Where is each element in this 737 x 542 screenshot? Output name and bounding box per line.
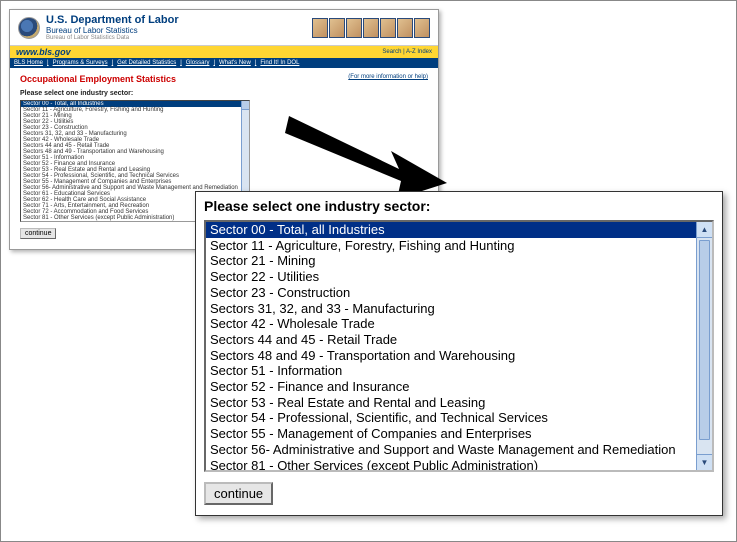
sector-option[interactable]: Sector 81 - Other Services (except Publi… [206, 458, 696, 472]
sector-option[interactable]: Sector 53 - Real Estate and Rental and L… [206, 395, 696, 411]
scrollbar[interactable]: ▲ ▼ [696, 222, 712, 470]
popup-prompt: Please select one industry sector: [204, 198, 714, 214]
page-title-row: Occupational Employment Statistics (For … [20, 74, 428, 84]
header-titles: U.S. Department of Labor Bureau of Labor… [46, 14, 179, 41]
sector-option[interactable]: Sector 52 - Finance and Insurance [206, 379, 696, 395]
sector-option[interactable]: Sector 21 - Mining [206, 253, 696, 269]
sector-option[interactable]: Sector 22 - Utilities [206, 269, 696, 285]
sector-option[interactable]: Sector 54 - Professional, Scientific, an… [206, 410, 696, 426]
continue-button[interactable]: continue [204, 482, 273, 505]
photo-thumb [329, 18, 345, 38]
photo-thumb [414, 18, 430, 38]
sector-prompt: Please select one industry sector: [20, 90, 428, 97]
bureau-subtitle: Bureau of Labor Statistics Data [46, 35, 179, 41]
sector-option[interactable]: Sector 56- Administrative and Support an… [206, 442, 696, 458]
nav-link[interactable]: Glossary [186, 60, 210, 66]
scroll-down-icon[interactable]: ▼ [697, 454, 712, 470]
scroll-thumb[interactable] [699, 240, 710, 440]
nav-link[interactable]: What's New [219, 60, 251, 66]
nav-link[interactable]: Programs & Surveys [53, 60, 108, 66]
sector-option[interactable]: Sectors 48 and 49 - Transportation and W… [206, 348, 696, 364]
photo-thumb [346, 18, 362, 38]
sector-option[interactable]: Sector 42 - Wholesale Trade [206, 316, 696, 332]
nav-link[interactable]: Find It! In DOL [260, 60, 299, 66]
nav-link[interactable]: BLS Home [14, 60, 43, 66]
sector-listbox[interactable]: Sector 00 - Total, all IndustriesSector … [204, 220, 714, 472]
nav-link[interactable]: Get Detailed Statistics [117, 60, 176, 66]
sector-option[interactable]: Sectors 44 and 45 - Retail Trade [206, 332, 696, 348]
photo-thumb [312, 18, 328, 38]
dept-title: U.S. Department of Labor [46, 14, 179, 26]
nav-bar: BLS Home | Programs & Surveys | Get Deta… [10, 58, 438, 68]
search-link[interactable]: Search | A-Z Index [382, 49, 432, 55]
continue-button-small[interactable]: continue [20, 228, 56, 239]
photo-thumb [380, 18, 396, 38]
sector-option[interactable]: Sector 55 - Management of Companies and … [206, 426, 696, 442]
photo-thumb [363, 18, 379, 38]
site-url: www.bls.gov [16, 47, 71, 57]
sector-option[interactable]: Sector 00 - Total, all Industries [206, 222, 696, 238]
scroll-up-icon[interactable]: ▲ [697, 222, 712, 238]
page-title: Occupational Employment Statistics [20, 74, 176, 84]
sector-option[interactable]: Sector 11 - Agriculture, Forestry, Fishi… [206, 238, 696, 254]
sector-popup: Please select one industry sector: Secto… [195, 191, 723, 516]
help-link[interactable]: (For more information or help) [348, 74, 428, 84]
url-bar: www.bls.gov Search | A-Z Index [10, 46, 438, 58]
sector-option[interactable]: Sector 51 - Information [206, 363, 696, 379]
photo-thumb [397, 18, 413, 38]
sector-option[interactable]: Sectors 31, 32, and 33 - Manufacturing [206, 301, 696, 317]
bureau-name: Bureau of Labor Statistics [46, 26, 179, 35]
sector-option[interactable]: Sector 23 - Construction [206, 285, 696, 301]
dol-seal-icon [18, 17, 40, 39]
header: U.S. Department of Labor Bureau of Labor… [10, 10, 438, 46]
header-photos [312, 18, 430, 38]
